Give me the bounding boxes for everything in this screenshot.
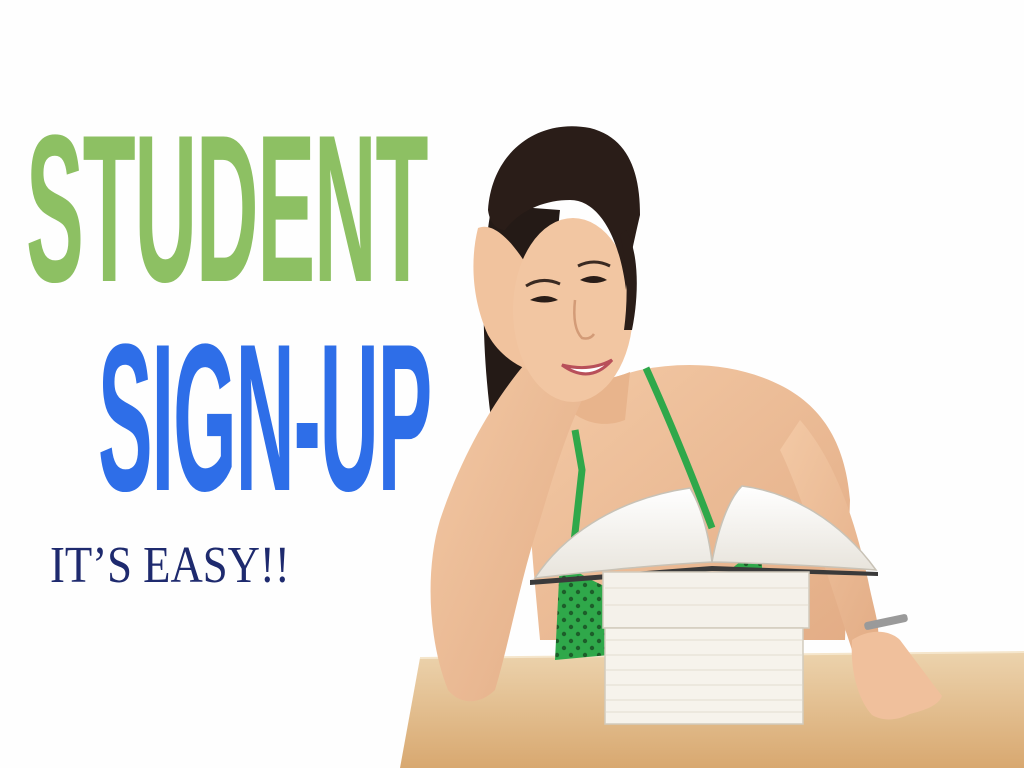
face	[513, 218, 633, 402]
headline-student: STUDENT	[26, 90, 428, 326]
book-stack-bottom	[604, 627, 804, 725]
book-stack-top	[602, 571, 810, 629]
signup-banner: STUDENT SIGN-UP IT’S EASY!!	[0, 0, 1024, 768]
headline-sign-up: SIGN-UP	[98, 299, 432, 535]
tagline: IT’S EASY!!	[50, 537, 290, 594]
